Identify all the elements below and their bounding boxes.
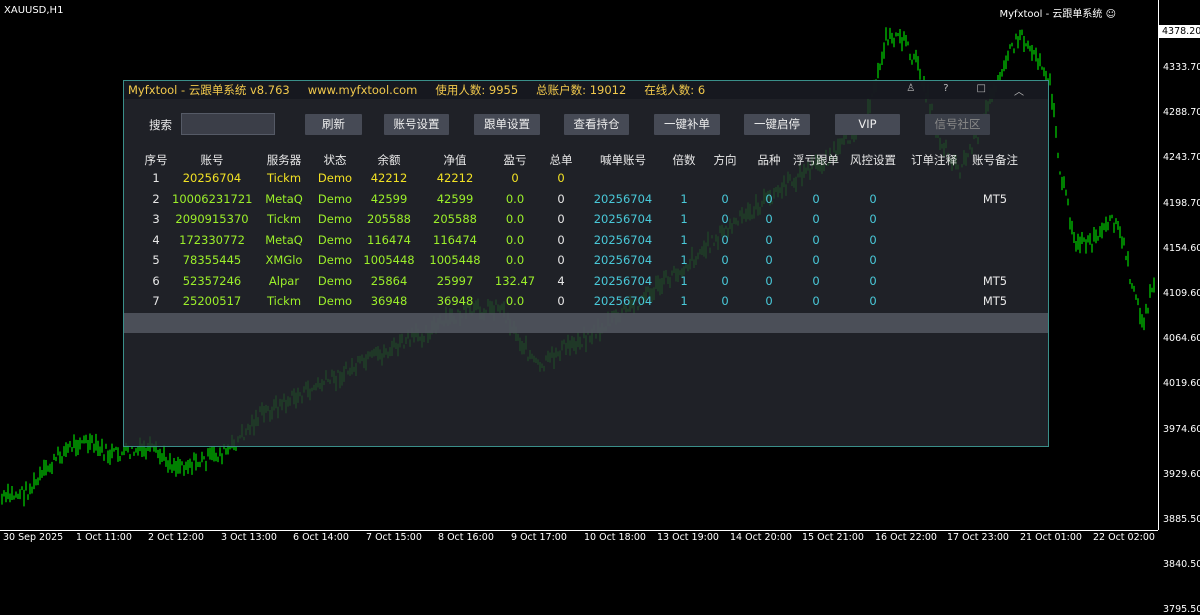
time-tick-label: 22 Oct 02:00 [1093,532,1155,543]
price-tick-label: 4288.70 [1163,107,1200,119]
table-cell: 0 [869,273,877,288]
vip-button[interactable]: VIP [835,114,900,135]
time-tick-label: 9 Oct 17:00 [511,532,567,543]
website-link[interactable]: www.myfxtool.com [308,83,418,97]
table-cell: 0 [869,212,877,226]
price-tick-label: 4243.70 [1163,152,1200,164]
current-price-label: 4378.20 [1159,25,1200,38]
time-tick-label: 15 Oct 21:00 [802,532,864,543]
table-cell: 0 [869,191,877,206]
one-click-toggle-button[interactable]: 一键启停 [744,114,810,135]
column-header[interactable]: 净值 [425,152,485,168]
signal-community-button[interactable]: 信号社区 [925,114,990,135]
table-cell: MT5 [982,273,1008,288]
table-cell: MT5 [982,191,1008,206]
column-header[interactable]: 状态 [305,152,365,168]
time-tick-label: 17 Oct 23:00 [947,532,1009,543]
table-row[interactable]: 3 2090915370 Tickm Demo 205588 205588 0.0 0 2025… [124,212,1048,232]
copy-settings-button[interactable]: 跟单设置 [474,114,540,135]
price-tick-label: 4333.70 [1163,62,1200,73]
price-tick-label: 3885.50 [1163,514,1200,525]
one-click-fill-button[interactable]: 一键补单 [654,114,720,135]
table-row[interactable]: 5 78355445 XMGlo Demo 1005448 1005448 0.0 0 2025… [124,253,1048,273]
panel-titlebar[interactable]: Myfxtool - 云跟单系统 v8.763 www.myfxtool.com… [124,81,1048,99]
price-tick-label: 3929.60 [1163,468,1200,480]
column-header[interactable]: 账号 [182,152,242,168]
time-tick-label: 21 Oct 01:00 [1020,532,1082,543]
time-axis: 30 Sep 2025 1 Oct 11:00 2 Oct 12:00 3 Oct 1… [0,530,1158,548]
table-cell: 172330772 [179,232,245,247]
time-tick-label: 16 Oct 22:00 [875,532,937,543]
price-tick-label: 3795.50 [1163,604,1200,615]
refresh-button[interactable]: 刷新 [305,114,362,135]
column-header[interactable]: 订单注释 [904,152,964,168]
table-row[interactable]: 6 52357246 Alpar Demo 25864 25997 132.47 4 20256… [124,274,1048,294]
table-cell: 0 [557,171,565,185]
table-cell: 52357246 [182,273,242,288]
user-icon[interactable]: ♙ [906,83,915,98]
table-cell: 25200517 [182,294,242,308]
time-tick-label: 30 Sep 2025 [3,532,64,543]
maximize-icon[interactable]: □ [977,83,986,98]
price-tick-label: 4064.60 [1163,333,1200,345]
price-tick-label: 4109.60 [1163,288,1200,299]
time-tick-label: 6 Oct 14:00 [293,532,349,543]
table-header: 序号 账号 服务器 状态 余额 净值 盈亏 总单 喊单账号 倍数 方向 品种 浮亏跟单 风控设置 订单注释账… [124,152,1048,168]
column-header[interactable]: 余额 [359,152,419,168]
online-count: 在线人数: 6 [644,83,706,97]
search-label: 搜索 [149,118,172,132]
table-cell: MT5 [982,294,1008,308]
time-tick-label: 13 Oct 19:00 [657,532,719,543]
column-header[interactable]: 序号 [126,152,186,168]
copy-trade-panel: Myfxtool - 云跟单系统 v8.763 www.myfxtool.com… [123,80,1049,447]
table-row[interactable]: 2 10006231721 MetaQ Demo 42599 42599 0.0 0 20256… [124,192,1048,212]
price-tick-label: 3840.50 [1163,559,1200,571]
price-axis: 4333.70 4288.70 4243.70 4198.70 4154.60 4109.… [1158,0,1200,615]
column-header[interactable]: 账号备注 [965,152,1025,168]
table-cell: 20256704 [182,171,242,185]
table-cell: 0 [869,253,877,267]
table-cell: 0 [869,232,877,247]
time-tick-label: 10 Oct 18:00 [584,532,646,543]
time-tick-label: 2 Oct 12:00 [148,532,204,543]
time-tick-label: 14 Oct 20:00 [730,532,792,543]
search-input[interactable] [181,113,275,135]
table-row[interactable]: 1 20256704 Tickm Demo 42212 42212 0 0 [124,171,1048,191]
column-header[interactable]: 风控设置 [843,152,903,168]
view-positions-button[interactable]: 查看持仓 [564,114,629,135]
column-header[interactable]: 浮亏跟单 [786,152,846,168]
table-cell: 10006231721 [172,191,253,206]
column-header[interactable]: 总单 [531,152,591,168]
table-row[interactable]: 7 25200517 Tickm Demo 36948 36948 0.0 0 20256704… [124,294,1048,314]
time-tick-label: 3 Oct 13:00 [221,532,277,543]
help-icon[interactable]: ? [943,83,948,98]
panel-title: Myfxtool - 云跟单系统 v8.763 [128,83,290,97]
time-tick-label: 7 Oct 15:00 [366,532,422,543]
time-tick-label: 8 Oct 16:00 [438,532,494,543]
table-cell: 78355445 [182,253,242,267]
table-row[interactable]: 4 172330772 MetaQ Demo 116474 116474 0.0 0 20256… [124,233,1048,253]
column-header[interactable]: 喊单账号 [593,152,653,168]
users-count: 使用人数: 9955 [435,83,519,97]
table-cell: 2090915370 [175,212,249,226]
chart-symbol: XAUUSD,H1 [4,5,64,16]
price-tick-label: 4154.60 [1163,242,1200,254]
accounts-count: 总账户数: 19012 [536,83,627,97]
price-tick-label: 3974.60 [1163,423,1200,435]
table-cell: 0 [869,294,877,308]
account-settings-button[interactable]: 账号设置 [384,114,449,135]
price-tick-label: 4198.70 [1163,197,1200,209]
ea-label: Myfxtool - 云跟单系统 ☺ [999,9,1117,20]
price-tick-label: 4019.60 [1163,378,1200,390]
time-tick-label: 1 Oct 11:00 [76,532,132,543]
toolbar: 搜索 刷新 账号设置 跟单设置 查看持仓 一键补单 一键启停 VIP 信号社区 [124,113,1048,137]
selection-bar[interactable] [124,313,1048,333]
collapse-icon[interactable]: ︿ [1014,83,1024,98]
